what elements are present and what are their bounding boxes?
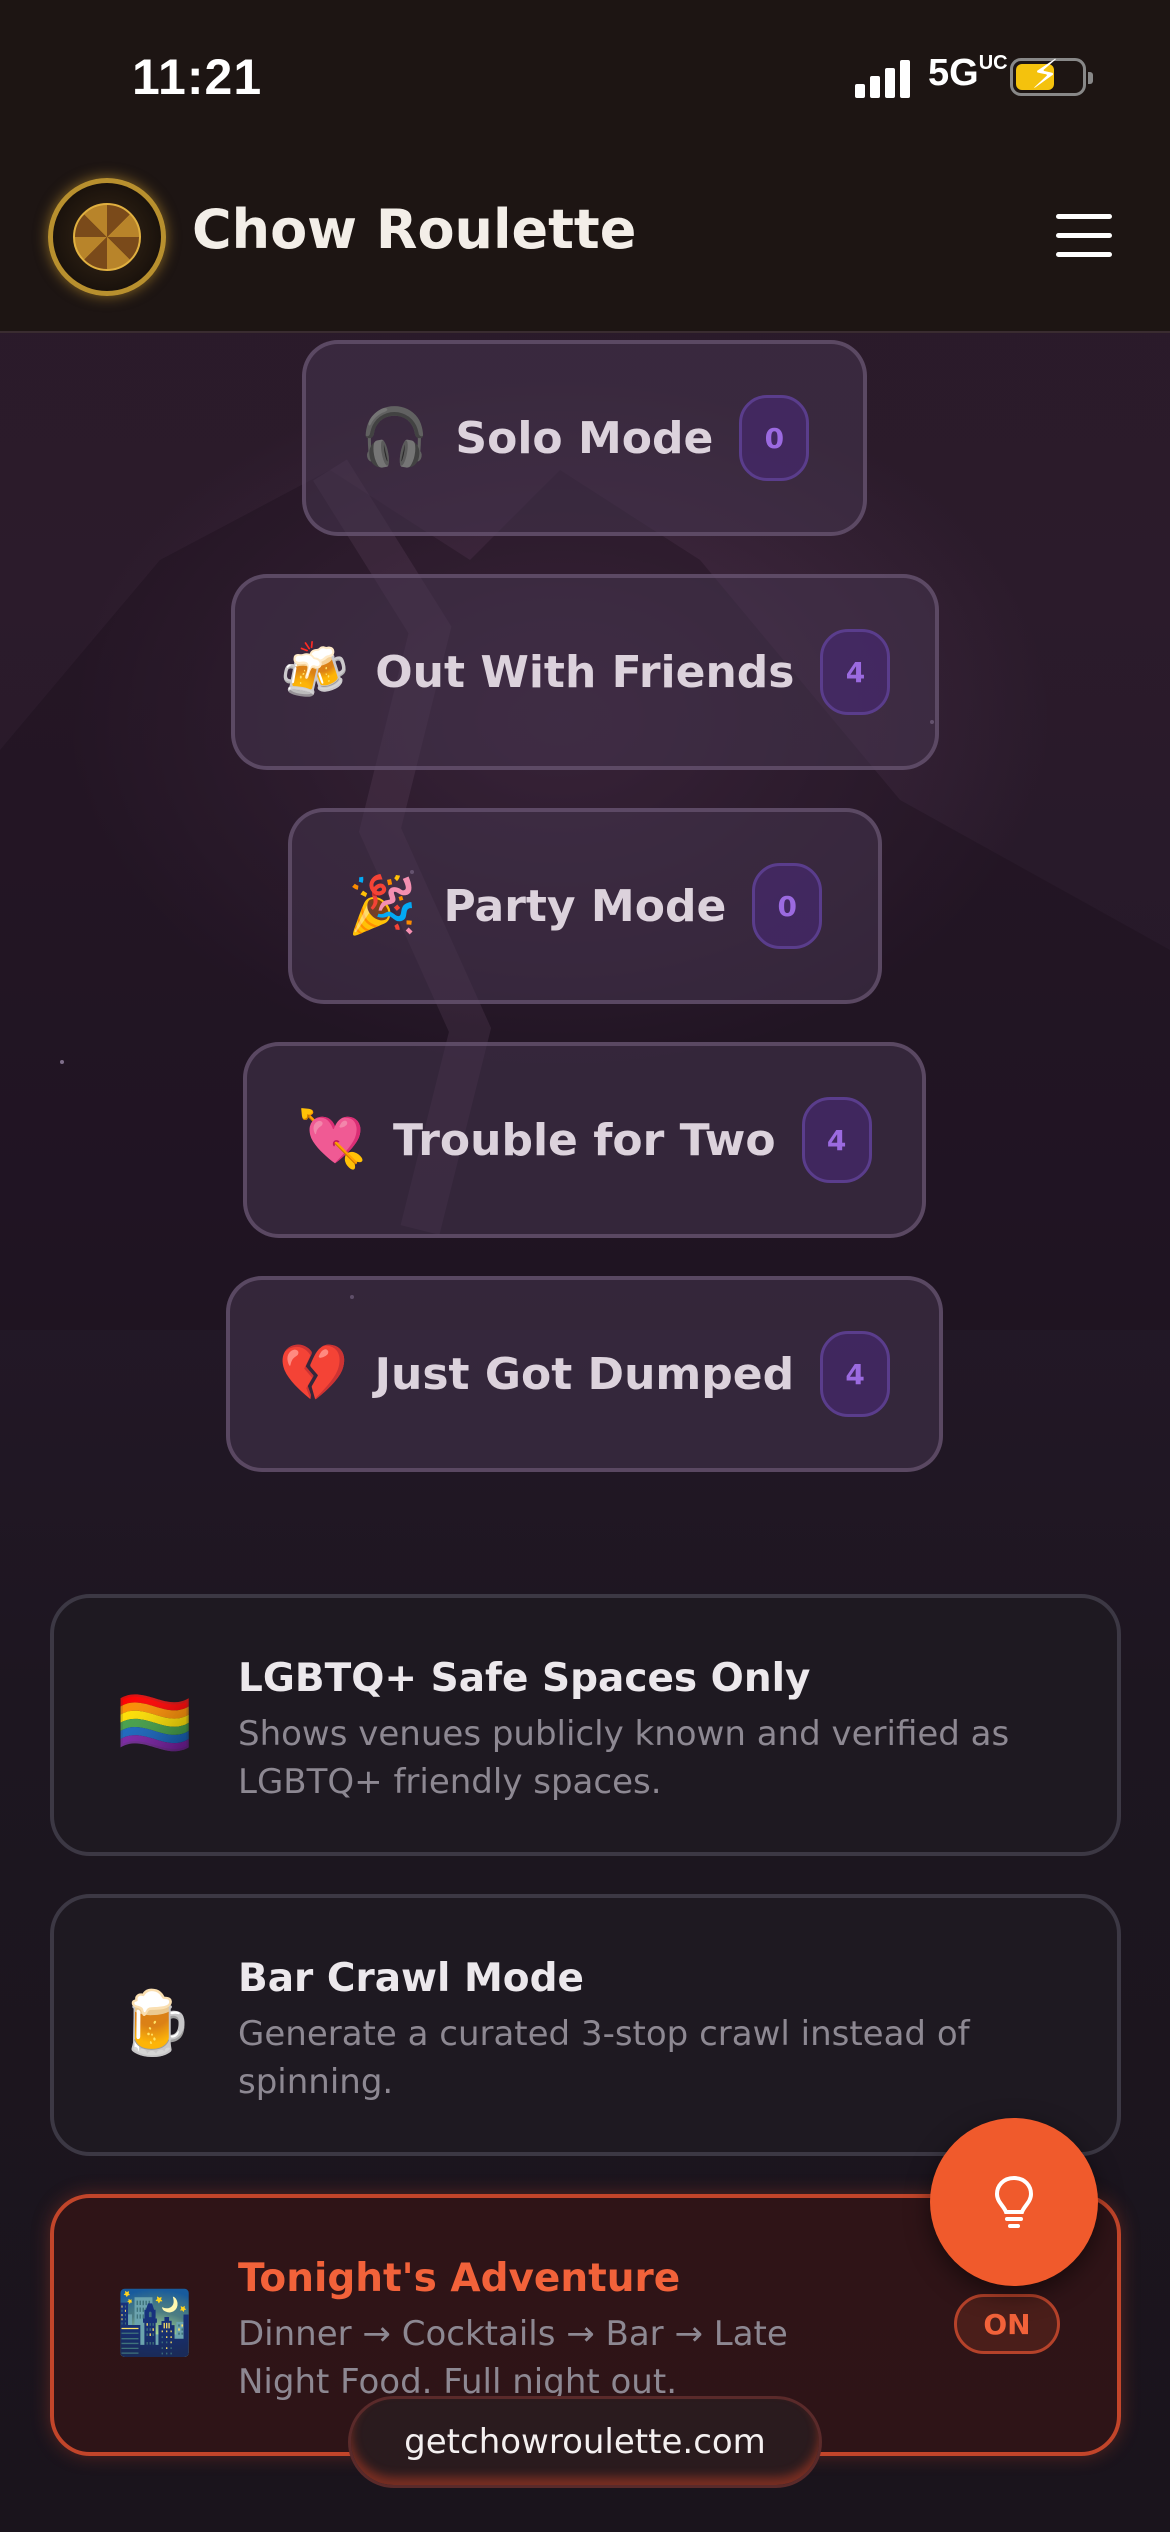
mode-button-party[interactable]: 🎉 Party Mode 0: [288, 808, 882, 1004]
headphones-icon: 🎧: [359, 405, 430, 470]
broken-heart-icon: 💔: [278, 1341, 349, 1406]
option-description: Shows venues publicly known and verified…: [238, 1714, 1010, 1802]
option-description: Dinner → Cocktails → Bar → Late Night Fo…: [238, 2314, 788, 2402]
beer-mug-icon: 🍺: [116, 1986, 194, 2059]
sparkle: [60, 1060, 64, 1064]
lightbulb-icon: [994, 2175, 1034, 2228]
website-url-link[interactable]: getchowroulette.com: [348, 2396, 822, 2488]
mode-button-trouble-for-two[interactable]: 💘 Trouble for Two 4: [243, 1042, 926, 1238]
app-header: Chow Roulette: [0, 150, 1170, 333]
toggle-on-badge[interactable]: ON: [954, 2294, 1060, 2354]
option-card-bar-crawl[interactable]: 🍺 Bar Crawl Mode Generate a curated 3-st…: [50, 1894, 1121, 2156]
option-title: Bar Crawl Mode: [238, 1956, 584, 2001]
mode-count-badge: 4: [820, 629, 891, 715]
mode-label: Trouble for Two: [393, 1114, 776, 1166]
mode-count-badge: 4: [801, 1097, 872, 1183]
lightbulb-fab-button[interactable]: [930, 2118, 1098, 2286]
cellular-signal-icon: [855, 58, 915, 98]
mode-button-out-with-friends[interactable]: 🍻 Out With Friends 4: [231, 574, 939, 770]
beer-mugs-icon: 🍻: [279, 639, 350, 704]
app-logo[interactable]: [48, 178, 166, 296]
option-description: Generate a curated 3-stop crawl instead …: [238, 2014, 970, 2102]
hamburger-menu-icon[interactable]: [1056, 214, 1112, 258]
app-title: Chow Roulette: [192, 198, 637, 261]
mode-count-badge: 0: [752, 863, 823, 949]
option-title: Tonight's Adventure: [238, 2256, 681, 2301]
rainbow-flag-icon: 🏳️‍🌈: [116, 1686, 194, 1759]
mode-label: Out With Friends: [375, 646, 795, 698]
mode-count-badge: 4: [820, 1331, 891, 1417]
party-popper-icon: 🎉: [347, 873, 418, 938]
network-type: 5GUC: [928, 52, 1008, 94]
battery-charging-icon: ⚡: [1010, 55, 1093, 96]
mode-count-badge: 0: [739, 395, 810, 481]
night-city-icon: 🌃: [116, 2286, 194, 2359]
heart-arrow-icon: 💘: [297, 1107, 368, 1172]
option-card-lgbtq-safe-spaces[interactable]: 🏳️‍🌈 LGBTQ+ Safe Spaces Only Shows venue…: [50, 1594, 1121, 1856]
option-title: LGBTQ+ Safe Spaces Only: [238, 1656, 811, 1701]
status-time: 11:21: [132, 49, 263, 105]
mode-button-just-got-dumped[interactable]: 💔 Just Got Dumped 4: [226, 1276, 943, 1472]
mode-button-solo[interactable]: 🎧 Solo Mode 0: [302, 340, 867, 536]
mode-label: Solo Mode: [455, 412, 714, 464]
mode-label: Just Got Dumped: [374, 1348, 795, 1400]
mode-label: Party Mode: [443, 880, 727, 932]
status-bar: 11:21 5GUC ⚡: [0, 0, 1170, 150]
